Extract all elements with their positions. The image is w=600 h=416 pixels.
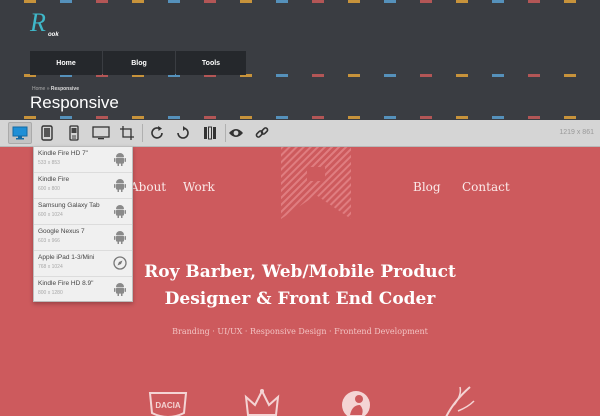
dacia-logo-icon: DACIA bbox=[148, 392, 188, 416]
site-nav-contact[interactable]: Contact bbox=[462, 180, 510, 194]
android-icon bbox=[114, 231, 126, 244]
site-logo[interactable]: R ook bbox=[30, 8, 70, 42]
decorative-stripe bbox=[0, 0, 600, 3]
desktop-icon[interactable] bbox=[8, 122, 32, 144]
toolbar-divider bbox=[142, 124, 143, 142]
viewport-dimensions: 1219 x 861 bbox=[559, 129, 594, 136]
dacia-logo-text: DACIA bbox=[155, 401, 181, 410]
main-nav: Home Blog Tools bbox=[30, 51, 247, 75]
breadcrumb: Home » Responsive bbox=[32, 86, 79, 92]
device-option[interactable]: Kindle Fire HD 8.9" 800 x 1280 bbox=[34, 277, 132, 303]
bookmark-ribbon-icon bbox=[281, 147, 351, 219]
device-option[interactable]: Kindle Fire HD 7" 533 x 853 bbox=[34, 147, 132, 173]
android-icon bbox=[114, 153, 126, 166]
nav-tools[interactable]: Tools bbox=[176, 51, 246, 75]
site-header: R ook Home Blog Tools Home » Responsive … bbox=[0, 0, 600, 120]
nav-blog[interactable]: Blog bbox=[103, 51, 175, 75]
decorative-stripe bbox=[0, 116, 600, 119]
columns-icon[interactable] bbox=[198, 122, 222, 144]
tablet-icon[interactable] bbox=[35, 122, 59, 144]
tagline: Branding · UI/UX · Responsive Design · F… bbox=[172, 327, 428, 336]
android-icon bbox=[114, 205, 126, 218]
rotate-icon[interactable] bbox=[145, 122, 169, 144]
site-nav-work[interactable]: Work bbox=[183, 180, 215, 194]
site-nav-blog[interactable]: Blog bbox=[413, 180, 441, 194]
refresh-icon[interactable] bbox=[171, 122, 195, 144]
responsive-toolbar: 1219 x 861 bbox=[0, 120, 600, 147]
device-option[interactable]: Samsung Galaxy Tab 600 x 1024 bbox=[34, 199, 132, 225]
breadcrumb-home[interactable]: Home bbox=[32, 86, 45, 92]
site-nav-about[interactable]: About bbox=[130, 180, 166, 194]
safari-icon bbox=[113, 256, 127, 270]
link-icon[interactable] bbox=[250, 122, 274, 144]
breadcrumb-current: Responsive bbox=[50, 86, 79, 92]
logo-sub: ook bbox=[48, 32, 59, 38]
device-option[interactable]: Kindle Fire 600 x 800 bbox=[34, 173, 132, 199]
phone-icon[interactable] bbox=[62, 122, 86, 144]
android-icon bbox=[114, 179, 126, 192]
nav-home[interactable]: Home bbox=[30, 51, 102, 75]
page-title: Responsive bbox=[30, 93, 119, 112]
device-option[interactable]: Apple iPad 1-3/Mini 768 x 1024 bbox=[34, 251, 132, 277]
crop-icon[interactable] bbox=[115, 122, 139, 144]
widescreen-icon[interactable] bbox=[89, 122, 113, 144]
logo-letter: R bbox=[30, 8, 46, 37]
unicef-logo-icon bbox=[342, 391, 370, 416]
eye-icon[interactable] bbox=[224, 122, 248, 144]
leaf-logo-icon bbox=[445, 386, 475, 416]
crown-logo-icon bbox=[244, 388, 280, 416]
device-option[interactable]: Google Nexus 7 603 x 966 bbox=[34, 225, 132, 251]
android-icon bbox=[114, 283, 126, 296]
breadcrumb-separator: » bbox=[46, 86, 50, 92]
device-dropdown: Kindle Fire HD 7" 533 x 853 Kindle Fire … bbox=[33, 146, 133, 302]
